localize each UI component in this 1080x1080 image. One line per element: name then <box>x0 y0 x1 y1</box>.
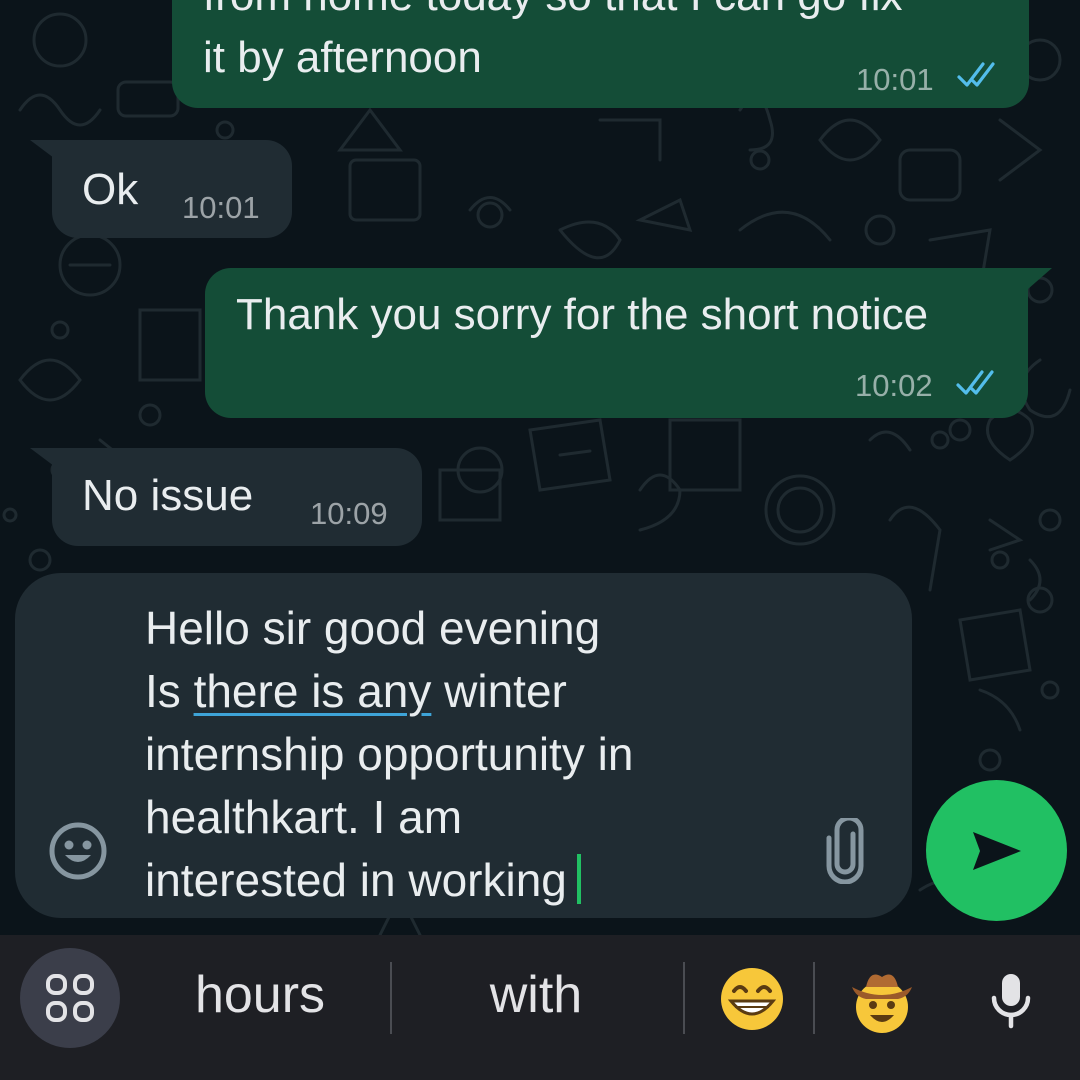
message-text-line: it by afternoon <box>203 33 482 82</box>
suggestion-word[interactable]: with <box>436 965 636 1025</box>
bubble-tail <box>1020 268 1052 296</box>
apps-grid-icon <box>46 974 94 1022</box>
suggestion-word[interactable]: hours <box>160 965 360 1025</box>
smiley-face-icon <box>49 822 107 880</box>
message-input-line: healthkart. I am <box>145 791 463 843</box>
chat-screen: from home today so that I can go fix it … <box>0 0 1080 1080</box>
message-bubble-incoming[interactable]: Ok 10:01 <box>52 140 292 238</box>
message-input-line: internship opportunity in <box>145 728 634 780</box>
input-text-segment: winter <box>431 665 567 717</box>
message-timestamp: 10:02 <box>855 368 933 403</box>
message-timestamp: 10:01 <box>182 190 260 225</box>
text-cursor <box>576 854 581 904</box>
message-bubble-outgoing[interactable]: from home today so that I can go fix it … <box>172 0 1029 108</box>
message-input-line: Is there is any winter <box>145 660 633 723</box>
message-input-line: Hello sir good evening <box>145 602 601 654</box>
message-timestamp: 10:09 <box>310 496 388 531</box>
grinning-face-emoji-icon[interactable] <box>718 965 786 1033</box>
message-timestamp: 10:01 <box>856 62 934 97</box>
keyboard-apps-button[interactable] <box>20 948 120 1048</box>
message-text-line: from home today so that I can go fix <box>203 0 902 22</box>
message-bubble-outgoing[interactable]: Thank you sorry for the short notice 10:… <box>205 268 1028 418</box>
message-text: Thank you sorry for the short notice <box>236 290 929 339</box>
message-input[interactable]: Hello sir good evening Is there is any w… <box>145 597 633 912</box>
voice-input-button[interactable] <box>975 960 1047 1040</box>
read-receipt-icon <box>956 370 994 395</box>
read-receipt-icon <box>957 62 995 87</box>
send-arrow-icon <box>972 831 1021 870</box>
suggestion-divider <box>813 962 815 1034</box>
message-bubble-incoming[interactable]: No issue 10:09 <box>52 448 422 546</box>
suggestion-divider <box>683 962 685 1034</box>
send-button[interactable] <box>926 780 1067 921</box>
emoji-button[interactable] <box>45 818 111 884</box>
input-text-segment: interested in working <box>145 854 567 906</box>
keyboard-suggestion-bar: hours with <box>0 935 1080 1080</box>
message-composer: Hello sir good evening Is there is any w… <box>15 573 912 918</box>
microphone-icon <box>991 974 1031 1029</box>
attach-button[interactable] <box>810 813 880 889</box>
message-text: No issue <box>82 471 254 520</box>
input-text-segment: Is <box>145 665 194 717</box>
message-input-line: interested in working <box>145 849 633 912</box>
suggestion-divider <box>390 962 392 1034</box>
paperclip-icon <box>826 818 864 884</box>
message-text: Ok <box>82 165 139 214</box>
cowboy-hat-face-emoji-icon[interactable] <box>848 967 916 1035</box>
spellcheck-flagged-text[interactable]: there is any <box>194 665 432 717</box>
